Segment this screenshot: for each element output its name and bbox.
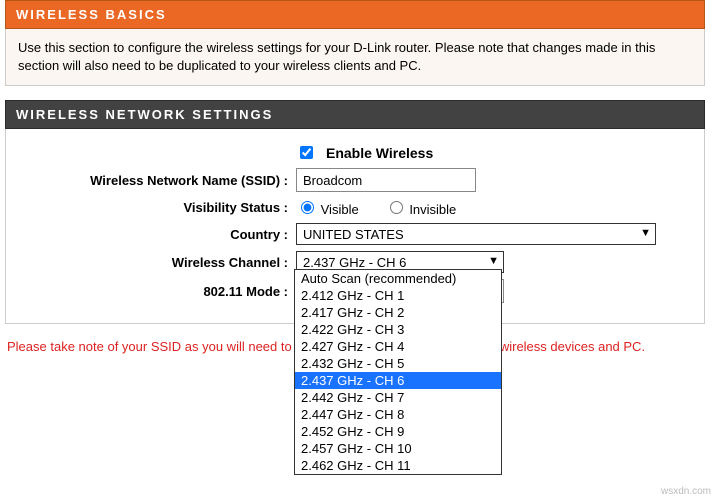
channel-option[interactable]: 2.462 GHz - CH 11 bbox=[295, 457, 501, 474]
watermark: wsxdn.com bbox=[661, 486, 711, 497]
channel-value: 2.437 GHz - CH 6 bbox=[303, 255, 406, 270]
channel-option[interactable]: 2.427 GHz - CH 4 bbox=[295, 338, 501, 355]
visibility-invisible-text: Invisible bbox=[409, 202, 456, 217]
channel-dropdown[interactable]: Auto Scan (recommended)2.412 GHz - CH 12… bbox=[294, 269, 502, 475]
channel-option[interactable]: 2.442 GHz - CH 7 bbox=[295, 389, 501, 406]
wireless-basics-header: WIRELESS BASICS bbox=[5, 0, 705, 29]
country-row: Country : UNITED STATES ▼ bbox=[16, 223, 694, 245]
channel-option[interactable]: 2.457 GHz - CH 10 bbox=[295, 440, 501, 457]
channel-option[interactable]: 2.412 GHz - CH 1 bbox=[295, 287, 501, 304]
visibility-row: Visibility Status : Visible Invisible bbox=[16, 198, 694, 217]
wireless-basics-description: Use this section to configure the wirele… bbox=[18, 40, 655, 73]
channel-option[interactable]: 2.422 GHz - CH 3 bbox=[295, 321, 501, 338]
chevron-down-icon: ▼ bbox=[488, 255, 499, 267]
visibility-visible-option[interactable]: Visible bbox=[296, 198, 359, 217]
visibility-visible-text: Visible bbox=[321, 202, 359, 217]
country-value: UNITED STATES bbox=[303, 227, 404, 242]
ssid-input[interactable] bbox=[296, 168, 476, 192]
enable-wireless-label: Enable Wireless bbox=[326, 145, 433, 161]
visibility-label: Visibility Status : bbox=[16, 200, 296, 215]
visibility-visible-radio[interactable] bbox=[301, 201, 314, 214]
channel-option[interactable]: 2.447 GHz - CH 8 bbox=[295, 406, 501, 423]
country-select[interactable]: UNITED STATES ▼ bbox=[296, 223, 656, 245]
channel-option[interactable]: 2.417 GHz - CH 2 bbox=[295, 304, 501, 321]
ssid-label: Wireless Network Name (SSID) : bbox=[16, 173, 296, 188]
country-label: Country : bbox=[16, 227, 296, 242]
mode-label: 802.11 Mode : bbox=[16, 284, 296, 299]
wireless-settings-body: Enable Wireless Wireless Network Name (S… bbox=[5, 129, 705, 324]
visibility-invisible-option[interactable]: Invisible bbox=[385, 198, 457, 217]
channel-option[interactable]: Auto Scan (recommended) bbox=[295, 270, 501, 287]
wireless-settings-header: WIRELESS NETWORK SETTINGS bbox=[5, 100, 705, 129]
channel-option[interactable]: 2.452 GHz - CH 9 bbox=[295, 423, 501, 440]
ssid-row: Wireless Network Name (SSID) : bbox=[16, 168, 694, 192]
wireless-basics-body: Use this section to configure the wirele… bbox=[5, 29, 705, 86]
channel-option[interactable]: 2.432 GHz - CH 5 bbox=[295, 355, 501, 372]
channel-option[interactable]: 2.437 GHz - CH 6 bbox=[295, 372, 501, 389]
wireless-settings-title: WIRELESS NETWORK SETTINGS bbox=[16, 107, 273, 122]
wireless-basics-title: WIRELESS BASICS bbox=[16, 7, 167, 22]
enable-wireless-checkbox[interactable] bbox=[300, 146, 313, 159]
chevron-down-icon: ▼ bbox=[640, 227, 651, 239]
enable-row: Enable Wireless bbox=[16, 143, 694, 162]
channel-label: Wireless Channel : bbox=[16, 255, 296, 270]
visibility-invisible-radio[interactable] bbox=[390, 201, 403, 214]
